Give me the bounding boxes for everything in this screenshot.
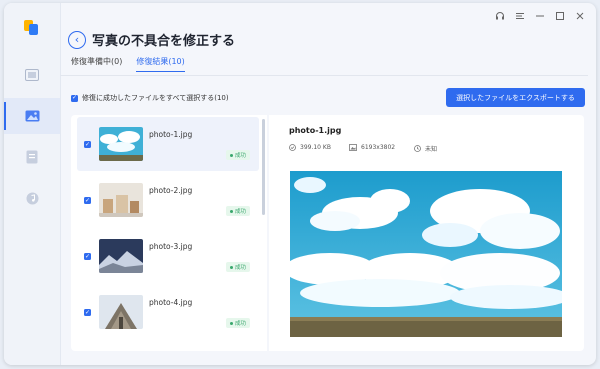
thumbnail (99, 295, 143, 329)
file-checkbox[interactable]: ✓ (84, 309, 91, 316)
document-icon (26, 150, 38, 164)
headset-icon[interactable] (494, 10, 506, 22)
music-icon (26, 192, 39, 205)
sidebar-item-photo[interactable] (4, 98, 60, 134)
preview-size: 399.10 KB (289, 144, 331, 151)
list-scrollbar[interactable] (262, 119, 265, 215)
preview-dimensions: 6193x3802 (349, 144, 395, 151)
sidebar-item-audio[interactable] (4, 180, 60, 216)
file-checkbox[interactable]: ✓ (84, 253, 91, 260)
list-item[interactable]: ✓ photo-1.jpg 成功 (77, 117, 259, 171)
window-controls (494, 10, 586, 22)
video-icon (25, 69, 39, 81)
list-item[interactable]: ✓ photo-2.jpg 成功 (77, 173, 259, 227)
image-icon (349, 144, 357, 151)
maximize-icon[interactable] (554, 10, 566, 22)
menu-icon[interactable] (514, 10, 526, 22)
list-item[interactable]: ✓ photo-3.jpg 成功 (77, 229, 259, 283)
status-badge: 成功 (226, 318, 251, 328)
status-badge: 成功 (226, 262, 251, 272)
select-all-checkbox[interactable]: ✓ (71, 94, 78, 102)
status-badge: 成功 (226, 206, 251, 216)
sidebar-item-video[interactable] (4, 57, 60, 93)
file-name: photo-3.jpg (149, 242, 193, 251)
file-checkbox[interactable]: ✓ (84, 141, 91, 148)
clock-icon (414, 145, 421, 152)
page-title: 写真の不具合を修正する (92, 34, 236, 49)
list-item[interactable]: ✓ photo-4.jpg 成功 (77, 285, 259, 339)
page-header: ‹ 写真の不具合を修正する (68, 30, 235, 49)
tab-preparing[interactable]: 修復準備中(0) (71, 56, 122, 72)
status-badge: 成功 (226, 150, 251, 160)
divider (60, 75, 588, 76)
file-name: photo-1.jpg (149, 130, 193, 139)
export-button[interactable]: 選択したファイルをエクスポートする (446, 88, 585, 107)
chevron-left-icon: ‹ (74, 33, 80, 46)
tab-bar: 修復準備中(0) 修復結果(10) (71, 56, 185, 72)
file-list: ✓ photo-1.jpg 成功 ✓ photo-2.jpg 成功 ✓ phot… (71, 115, 267, 351)
sidebar (4, 3, 61, 365)
app-logo (24, 20, 38, 36)
file-checkbox[interactable]: ✓ (84, 197, 91, 204)
sidebar-item-document[interactable] (4, 139, 60, 175)
preview-date: 未知 (414, 144, 437, 153)
select-all-label: 修復に成功したファイルをすべて選択する(10) (82, 94, 229, 102)
tab-results[interactable]: 修復結果(10) (136, 56, 185, 72)
close-icon[interactable] (574, 10, 586, 22)
thumbnail (99, 183, 143, 217)
file-name: photo-4.jpg (149, 298, 193, 307)
preview-filename: photo-1.jpg (289, 126, 342, 135)
thumbnail (99, 127, 143, 161)
back-button[interactable]: ‹ (68, 30, 86, 49)
photo-icon (25, 110, 40, 122)
minimize-icon[interactable] (534, 10, 546, 22)
preview-image (290, 171, 562, 337)
file-name: photo-2.jpg (149, 186, 193, 195)
size-icon (289, 144, 296, 151)
thumbnail (99, 239, 143, 273)
select-all-row[interactable]: ✓ 修復に成功したファイルをすべて選択する(10) (71, 93, 229, 103)
